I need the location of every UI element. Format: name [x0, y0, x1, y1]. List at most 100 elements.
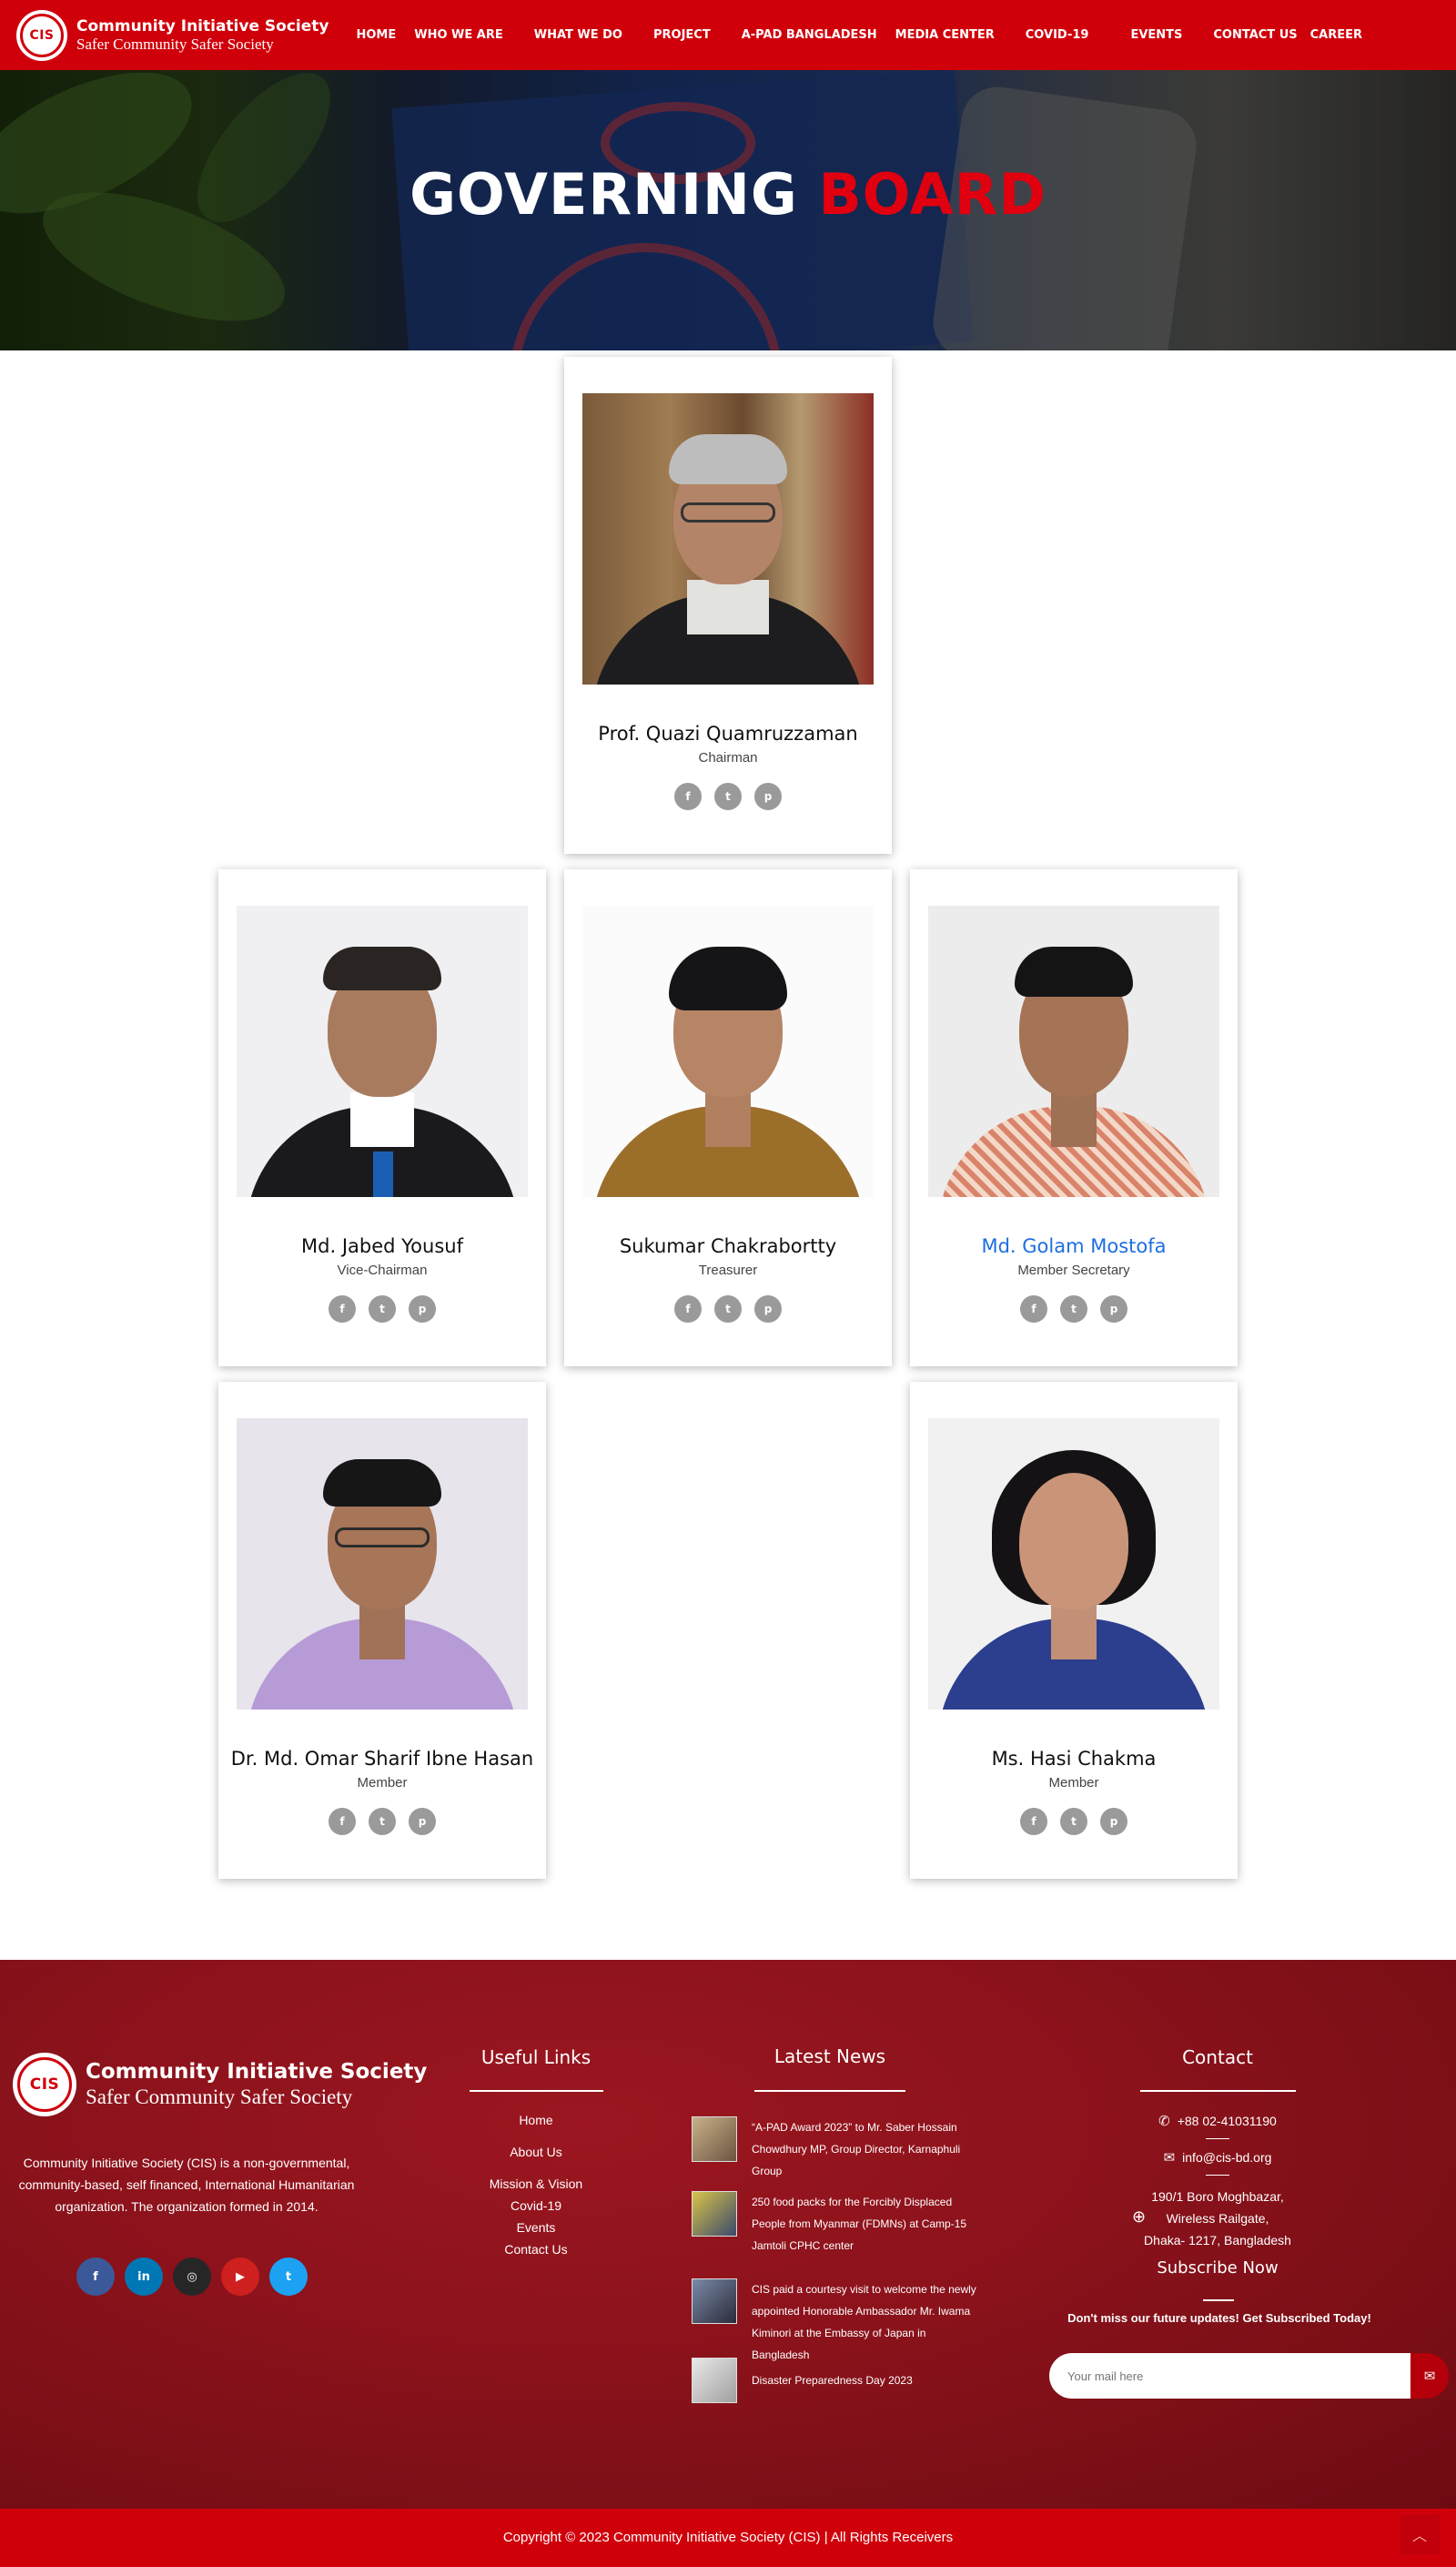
- copyright-bar: Copyright © 2023 Community Initiative So…: [0, 2509, 1456, 2567]
- footer-link-covid[interactable]: Covid-19: [445, 2198, 627, 2213]
- contact-email[interactable]: ✉ info@cis-bd.org: [1127, 2149, 1309, 2166]
- nav-home[interactable]: HOME: [356, 28, 396, 42]
- footer-site-name: Community Initiative Society: [86, 2060, 428, 2084]
- zoom-search-icon[interactable]: ⊕: [1132, 2207, 1146, 2227]
- facebook-icon[interactable]: f: [674, 783, 702, 810]
- member-role: Member: [357, 1775, 408, 1791]
- news-thumbnail: [692, 2358, 737, 2403]
- member-name-link[interactable]: Md. Golam Mostofa: [910, 1235, 1238, 1257]
- footer-site-tagline: Safer Community Safer Society: [86, 2085, 353, 2108]
- member-socials: f t p: [564, 1295, 892, 1323]
- news-item[interactable]: 250 food packs for the Forcibly Displace…: [692, 2191, 983, 2257]
- nav-events[interactable]: EVENTS: [1130, 28, 1182, 42]
- footer-link-mission[interactable]: Mission & Vision: [445, 2176, 627, 2191]
- nav-career[interactable]: CAREER: [1310, 28, 1362, 42]
- nav-covid-19[interactable]: COVID-19: [1026, 28, 1089, 42]
- back-to-top-button[interactable]: ︿: [1400, 2514, 1440, 2554]
- facebook-icon[interactable]: f: [1020, 1808, 1047, 1835]
- twitter-icon[interactable]: t: [714, 1295, 742, 1323]
- news-title[interactable]: CIS paid a courtesy visit to welcome the…: [752, 2278, 983, 2366]
- member-photo: [582, 906, 874, 1197]
- linkedin-icon[interactable]: in: [125, 2258, 163, 2296]
- chevron-up-icon: ︿: [1411, 2527, 1427, 2544]
- member-card: Md. Jabed Yousuf Vice-Chairman f t p: [218, 869, 546, 1366]
- pinterest-icon[interactable]: p: [409, 1808, 436, 1835]
- nav-what-we-do[interactable]: WHAT WE DO: [534, 28, 622, 42]
- pinterest-icon[interactable]: p: [1100, 1808, 1127, 1835]
- subscribe-text: Don't miss our future updates! Get Subsc…: [1067, 2311, 1371, 2325]
- member-name: Dr. Md. Omar Sharif Ibne Hasan: [230, 1748, 534, 1770]
- member-photo: [237, 906, 528, 1197]
- nav-media-center[interactable]: MEDIA CENTER: [895, 28, 995, 42]
- twitter-icon[interactable]: t: [369, 1295, 396, 1323]
- facebook-icon[interactable]: f: [329, 1808, 356, 1835]
- member-role: Vice-Chairman: [337, 1263, 428, 1278]
- twitter-icon[interactable]: t: [1060, 1808, 1087, 1835]
- facebook-icon[interactable]: f: [1020, 1295, 1047, 1323]
- news-thumbnail: [692, 2278, 737, 2324]
- twitter-icon[interactable]: t: [714, 783, 742, 810]
- nav-who-we-are[interactable]: WHO WE ARE: [414, 28, 503, 42]
- member-card: Ms. Hasi Chakma Member f t p: [910, 1382, 1238, 1879]
- twitter-icon[interactable]: t: [369, 1808, 396, 1835]
- facebook-icon[interactable]: f: [674, 1295, 702, 1323]
- nav-project[interactable]: PROJECT: [653, 28, 711, 42]
- news-thumbnail: [692, 2116, 737, 2162]
- member-socials: f t p: [564, 783, 892, 810]
- logo-text: CIS: [29, 27, 55, 43]
- news-title[interactable]: Disaster Preparedness Day 2023: [752, 2358, 913, 2403]
- page-title: GOVERNING BOARD: [410, 161, 1046, 228]
- member-name: Sukumar Chakrabortty: [619, 1235, 837, 1257]
- twitter-icon[interactable]: t: [269, 2258, 308, 2296]
- twitter-icon[interactable]: t: [1060, 1295, 1087, 1323]
- pinterest-icon[interactable]: p: [754, 1295, 782, 1323]
- footer-link-home[interactable]: Home: [445, 2113, 627, 2127]
- subscribe-email-input[interactable]: [1049, 2353, 1410, 2399]
- footer-brand[interactable]: CIS Community Initiative Society Safer C…: [13, 2053, 427, 2116]
- cis-logo: CIS: [13, 2053, 76, 2116]
- news-thumbnail: [692, 2191, 737, 2237]
- footer-link-about[interactable]: About Us: [445, 2145, 627, 2159]
- member-socials: f t p: [218, 1295, 546, 1323]
- member-card: Sukumar Chakrabortty Treasurer f t p: [564, 869, 892, 1366]
- member-photo: [237, 1418, 528, 1710]
- facebook-icon[interactable]: f: [76, 2258, 115, 2296]
- pinterest-icon[interactable]: p: [1100, 1295, 1127, 1323]
- member-socials: f t p: [910, 1808, 1238, 1835]
- instagram-icon[interactable]: ◎: [173, 2258, 211, 2296]
- nav-apad-bangladesh[interactable]: A-PAD BANGLADESH: [742, 28, 877, 42]
- nav-contact-us[interactable]: CONTACT US: [1213, 28, 1297, 42]
- member-name: Prof. Quazi Quamruzzaman: [598, 723, 858, 745]
- news-item[interactable]: CIS paid a courtesy visit to welcome the…: [692, 2278, 983, 2366]
- site-footer: CIS Community Initiative Society Safer C…: [0, 1960, 1456, 2509]
- member-role: Member: [1048, 1775, 1099, 1791]
- news-item[interactable]: Disaster Preparedness Day 2023: [692, 2358, 983, 2403]
- member-card: Dr. Md. Omar Sharif Ibne Hasan Member f …: [218, 1382, 546, 1879]
- site-brand[interactable]: CIS Community Initiative Society Safer C…: [16, 9, 329, 61]
- member-role: Member Secretary: [1017, 1263, 1130, 1278]
- contact-title: Contact: [1182, 2046, 1253, 2068]
- cis-logo: CIS: [16, 9, 67, 61]
- member-card: Prof. Quazi Quamruzzaman Chairman f t p: [564, 357, 892, 854]
- news-item[interactable]: “A-PAD Award 2023” to Mr. Saber Hossain …: [692, 2116, 983, 2182]
- contact-phone[interactable]: ✆ +88 02-41031190: [1127, 2113, 1309, 2129]
- news-title[interactable]: “A-PAD Award 2023” to Mr. Saber Hossain …: [752, 2116, 983, 2182]
- mail-icon: ✉: [1163, 2149, 1176, 2166]
- pinterest-icon[interactable]: p: [754, 783, 782, 810]
- hero-banner: GOVERNING BOARD: [0, 70, 1456, 350]
- member-photo: [928, 1418, 1219, 1710]
- phone-icon: ✆: [1158, 2113, 1170, 2129]
- member-socials: f t p: [218, 1808, 546, 1835]
- footer-link-contact[interactable]: Contact Us: [445, 2242, 627, 2257]
- pinterest-icon[interactable]: p: [409, 1295, 436, 1323]
- send-mail-icon: ✉: [1423, 2368, 1436, 2384]
- member-photo: [928, 906, 1219, 1197]
- footer-link-events[interactable]: Events: [445, 2220, 627, 2235]
- facebook-icon[interactable]: f: [329, 1295, 356, 1323]
- useful-links-title: Useful Links: [480, 2046, 592, 2068]
- youtube-icon[interactable]: ▶: [221, 2258, 259, 2296]
- latest-news-title: Latest News: [774, 2045, 886, 2067]
- subscribe-title: Subscribe Now: [1157, 2258, 1279, 2278]
- contact-address: 190/1 Boro Moghbazar, Wireless Railgate,…: [1144, 2189, 1291, 2247]
- news-title[interactable]: 250 food packs for the Forcibly Displace…: [752, 2191, 983, 2257]
